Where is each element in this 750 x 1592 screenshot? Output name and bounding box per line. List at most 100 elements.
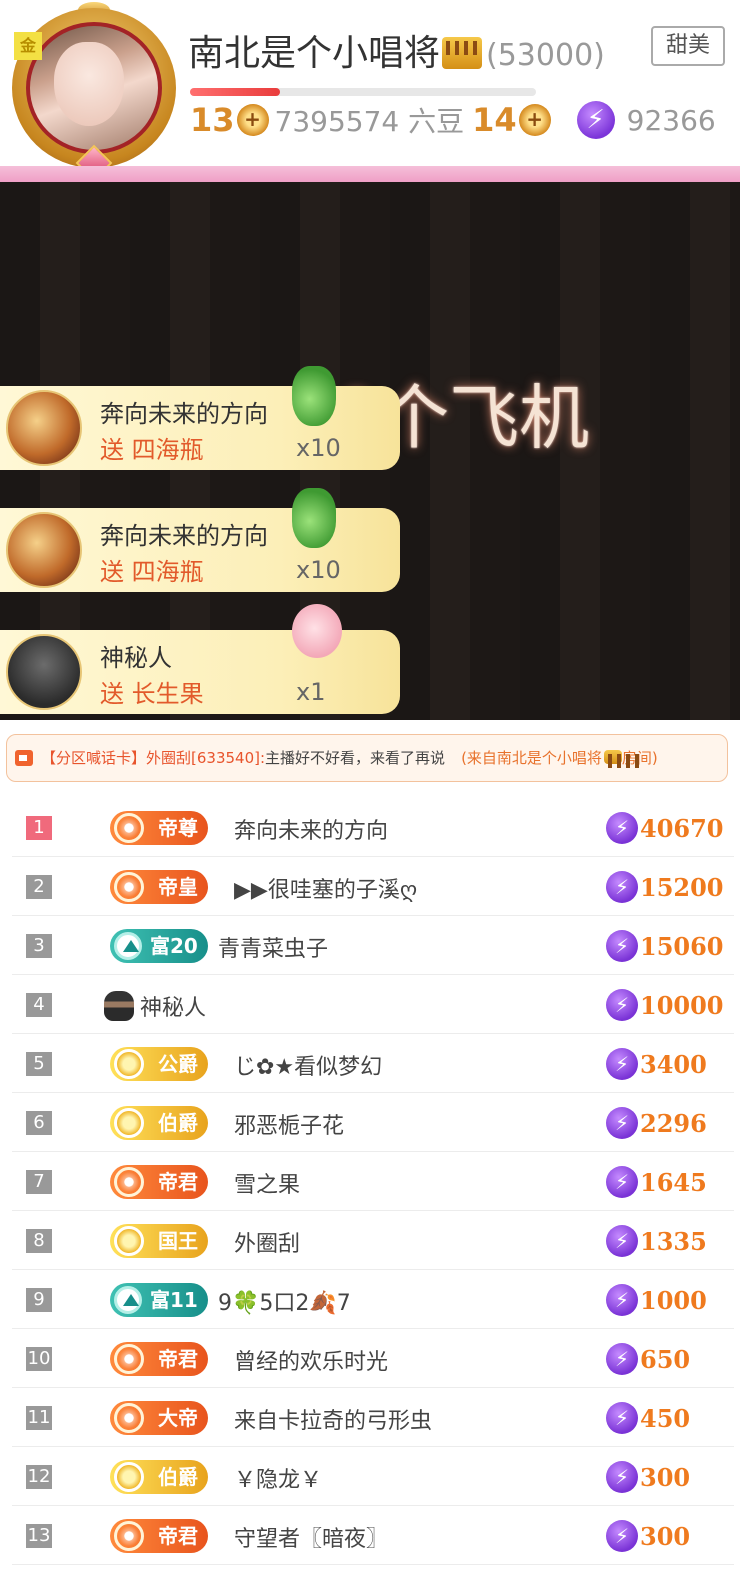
level-next-crown-icon [518,104,551,136]
badge-label: 帝君 [158,1347,198,1371]
gift-user-name: 奔向未来的方向 [100,522,268,550]
rank-title-badge: 伯爵 [110,1460,208,1494]
noble-emblem-icon [114,1462,144,1492]
rank-number: 2 [26,875,52,899]
shout-card-notice[interactable]: 【分区喊话卡】外圈刮[633540]:主播好不好看，来看了再说 (来自南北是个小唱… [6,734,728,782]
contribution-value: ⚡ 300 [606,1459,690,1495]
contribution-number: 10000 [640,990,724,1020]
contribution-number: 2296 [640,1108,707,1138]
leaderboard-row[interactable]: 8 国王 外圈刮 ⚡ 1335 [12,1211,734,1270]
rank-number: 1 [26,816,52,840]
leaderboard-row[interactable]: 3 富20 青青菜虫子 ⚡ 15060 [12,916,734,975]
rank-number: 5 [26,1052,52,1076]
user-name[interactable]: 雪之果 [234,1167,300,1199]
lightning-coin-icon: ⚡ [606,1166,638,1198]
rank-number: 12 [26,1465,52,1489]
lightning-coin-icon: ⚡ [606,989,638,1021]
gift-action: 送 四海瓶 [100,436,204,464]
contribution-value: ⚡ 300 [606,1518,690,1554]
contribution-value: ⚡ 450 [606,1400,690,1436]
gift-action: 送 长生果 [100,680,204,708]
user-name[interactable]: ￥隐龙￥ [234,1462,322,1494]
lightning-coin-icon: ⚡ [606,812,638,844]
user-name[interactable]: 9🍀5口2🍂7 [218,1285,351,1317]
leaderboard-row[interactable]: 2 帝皇 ▶▶很哇塞的子溪ღ ⚡ 15200 [12,857,734,916]
notice-user[interactable]: 外圈刮[633540]: [146,749,265,767]
mystery-user-avatar[interactable] [6,634,82,710]
bottle-gift-icon [292,366,336,426]
avatar-face [54,42,124,126]
rank-title-badge: 公爵 [110,1047,208,1081]
leaderboard-row[interactable]: 4 神秘人 ⚡ 10000 [12,975,734,1034]
leaderboard-row[interactable]: 5 公爵 じ✿★看似梦幻 ⚡ 3400 [12,1034,734,1093]
noble-emblem-icon [114,1344,144,1374]
anchor-name: 南北是个小唱将 [188,33,441,74]
user-name[interactable]: じ✿★看似梦幻 [234,1049,382,1081]
anchor-count: (53000) [486,38,605,73]
wealth-level-icon [114,932,142,960]
anchor-avatar[interactable]: 金 [4,2,184,182]
user-name[interactable]: 来自卡拉奇的弓形虫 [234,1403,432,1435]
leaderboard-row[interactable]: 7 帝君 雪之果 ⚡ 1645 [12,1152,734,1211]
rank-title-badge: 富11 [110,1283,208,1317]
leaderboard-row[interactable]: 9 富11 9🍀5口2🍂7 ⚡ 1000 [12,1270,734,1329]
user-name[interactable]: 邪恶栀子花 [234,1108,344,1140]
user-name[interactable]: 外圈刮 [234,1226,300,1258]
leaderboard-row[interactable]: 10 帝君 曾经的欢乐时光 ⚡ 650 [12,1329,734,1388]
coin-count: 92366 [626,103,716,137]
user-name[interactable]: 青青菜虫子 [218,931,328,963]
lightning-coin-icon: ⚡ [606,1461,638,1493]
level-progress-bar [190,88,536,96]
rank-number: 13 [26,1524,52,1548]
gift-notification: 奔向未来的方向 送 四海瓶 x10 [0,488,400,592]
megaphone-icon [15,750,33,766]
lightning-coin-icon: ⚡ [576,101,615,139]
gift-user-avatar[interactable] [6,390,82,466]
noble-emblem-icon [114,1108,144,1138]
level-next: 14 [472,101,517,139]
anchor-name-line: 南北是个小唱将 (53000) [188,24,605,76]
lightning-coin-icon: ⚡ [606,1107,638,1139]
notice-tag: 【分区喊话卡】 [41,749,147,767]
rank-number: 9 [26,1288,52,1312]
badge-label: 富11 [150,1288,198,1312]
contribution-value: ⚡ 15060 [606,928,724,964]
anchor-tag[interactable]: 甜美 [651,26,725,66]
badge-label: 帝君 [158,1170,198,1194]
noble-emblem-icon [114,1167,144,1197]
rank-title-badge: 伯爵 [110,1106,208,1140]
notice-source[interactable]: (来自南北是个小唱将 [461,749,602,767]
user-name[interactable]: 守望者〖暗夜〗 [234,1521,388,1553]
rank-title-badge: 帝君 [110,1342,208,1376]
user-name[interactable]: 奔向未来的方向 [234,813,388,845]
rank-number: 11 [26,1406,52,1430]
badge-label: 国王 [158,1229,198,1253]
noble-emblem-icon [114,1226,144,1256]
gift-user-name: 神秘人 [100,644,172,672]
leaderboard-row[interactable]: 1 帝尊 奔向未来的方向 ⚡ 40670 [12,798,734,857]
lightning-coin-icon: ⚡ [606,1520,638,1552]
gift-user-avatar[interactable] [6,512,82,588]
badge-label: 富20 [150,934,198,958]
leaderboard-row[interactable]: 13 帝君 守望者〖暗夜〗 ⚡ 300 [12,1506,734,1565]
lightning-coin-icon: ⚡ [606,1225,638,1257]
rank-number: 7 [26,1170,52,1194]
crown-icon [603,750,640,768]
user-name[interactable]: 曾经的欢乐时光 [234,1344,388,1376]
rank-title-badge: 帝皇 [110,870,208,904]
user-name[interactable]: ▶▶很哇塞的子溪ღ [234,872,417,904]
leaderboard-row[interactable]: 11 大帝 来自卡拉奇的弓形虫 ⚡ 450 [12,1388,734,1447]
rank-number: 10 [26,1347,52,1371]
badge-label: 伯爵 [158,1111,198,1135]
anchor-stats: 13 7395574 六豆 14 ⚡ 92366 [190,100,716,140]
leaderboard-row[interactable]: 6 伯爵 邪恶栀子花 ⚡ 2296 [12,1093,734,1152]
contribution-number: 1000 [640,1285,707,1315]
badge-label: 帝君 [158,1524,198,1548]
contribution-number: 1335 [640,1226,707,1256]
live-video[interactable]: 10个飞机 奔向未来的方向 送 四海瓶 x10 奔向未来的方向 送 四海瓶 x1… [0,182,740,720]
contribution-value: ⚡ 650 [606,1341,690,1377]
lightning-coin-icon: ⚡ [606,1402,638,1434]
user-name[interactable]: 神秘人 [140,990,206,1022]
leaderboard-row[interactable]: 12 伯爵 ￥隐龙￥ ⚡ 300 [12,1447,734,1506]
rank-title-badge: 大帝 [110,1401,208,1435]
